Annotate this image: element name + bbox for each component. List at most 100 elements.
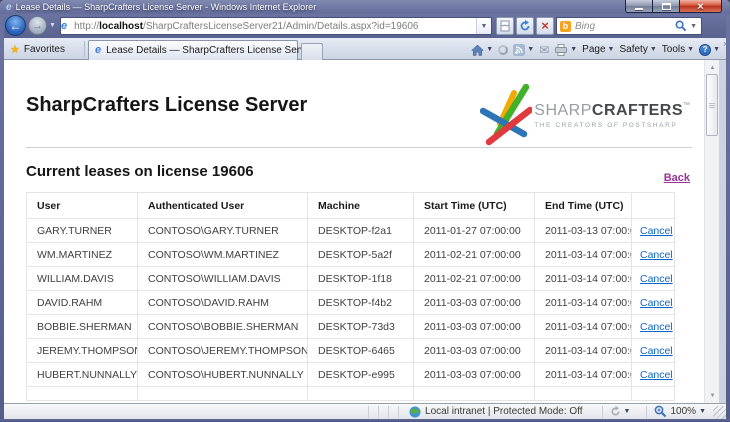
- end-time-cell: 2011-03-14 07:00:00: [535, 339, 632, 363]
- forward-button[interactable]: [28, 16, 47, 35]
- maximize-icon: [662, 3, 671, 10]
- home-button[interactable]: ▼: [471, 44, 493, 56]
- compatibility-view-button[interactable]: [496, 17, 514, 35]
- table-row: GARY.TURNER CONTOSO\GARY.TURNER DESKTOP-…: [27, 219, 675, 243]
- print-dropdown[interactable]: ▼: [570, 46, 577, 53]
- status-separator: [379, 406, 389, 418]
- security-zone: Local intranet | Protected Mode: Off: [399, 406, 593, 418]
- user-cell: BOBBIE.SHERMAN: [27, 315, 138, 339]
- favorites-label: Favorites: [24, 44, 65, 55]
- table-header-row: User Authenticated User Machine Start Ti…: [27, 193, 675, 219]
- user-cell: GARY.TURNER: [27, 219, 138, 243]
- auth-user-cell: CONTOSO\GARY.TURNER: [138, 219, 308, 243]
- column-header-end-time: End Time (UTC): [535, 193, 632, 219]
- compatibility-status-button[interactable]: ▼: [603, 406, 638, 417]
- page-menu[interactable]: Page▼: [582, 44, 614, 55]
- status-separator: [359, 406, 369, 418]
- tools-menu[interactable]: Tools▼: [662, 44, 694, 55]
- feeds-button[interactable]: [498, 45, 508, 55]
- address-bar[interactable]: http://localhost/SharpCraftersLicenseSer…: [60, 17, 492, 35]
- logo-brand-sharp: SHARP: [534, 102, 592, 119]
- scroll-down-icon[interactable]: [705, 388, 720, 403]
- bing-logo-icon: [560, 21, 571, 32]
- compatibility-status-icon: [610, 406, 621, 417]
- auth-user-cell: CONTOSO\WM.MARTINEZ: [138, 243, 308, 267]
- favorites-button[interactable]: Favorites: [4, 41, 71, 58]
- page-viewport: SharpCrafters License Server SHARPCRAFTE…: [4, 60, 726, 403]
- search-options-dropdown[interactable]: ▼: [690, 23, 697, 30]
- print-button[interactable]: ▼: [554, 44, 577, 56]
- logo-trademark: ™: [683, 102, 690, 109]
- sharpcrafters-logo-mark-icon: [480, 84, 532, 146]
- machine-cell: DESKTOP-5a2f: [308, 243, 414, 267]
- new-tab-button[interactable]: [301, 43, 323, 60]
- machine-cell: DESKTOP-f2a1: [308, 219, 414, 243]
- tab-lease-details[interactable]: Lease Details — SharpCrafters License Se…: [88, 40, 298, 60]
- back-link[interactable]: Back: [664, 172, 690, 184]
- minimize-button[interactable]: [625, 0, 653, 13]
- column-header-authenticated-user: Authenticated User: [138, 193, 308, 219]
- address-dropdown[interactable]: ▼: [476, 18, 491, 34]
- page-menu-label: Page: [582, 44, 605, 55]
- machine-cell: DESKTOP-6465: [308, 339, 414, 363]
- logo-brand-crafters: CRAFTERS: [592, 102, 683, 119]
- divider: [26, 147, 692, 148]
- url-text: http://localhost/SharpCraftersLicenseSer…: [74, 21, 476, 32]
- stop-button[interactable]: [536, 17, 554, 35]
- cancel-link[interactable]: Cancel: [640, 249, 673, 261]
- rss-dropdown[interactable]: ▼: [527, 46, 534, 53]
- status-separator: [637, 406, 647, 418]
- help-icon: [699, 44, 711, 56]
- scroll-up-icon[interactable]: [705, 60, 720, 75]
- rss-button[interactable]: ▼: [513, 44, 534, 56]
- safety-menu-label: Safety: [619, 44, 647, 55]
- back-button[interactable]: [5, 15, 26, 36]
- tab-bar: Favorites Lease Details — SharpCrafters …: [0, 38, 730, 60]
- refresh-button[interactable]: [516, 17, 534, 35]
- mail-icon: [539, 41, 549, 59]
- cancel-link[interactable]: Cancel: [640, 345, 673, 357]
- zoom-control[interactable]: 100% ▼: [647, 405, 713, 418]
- end-time-cell: 2011-03-14 07:00:00: [535, 315, 632, 339]
- printer-icon: [554, 44, 568, 56]
- close-button[interactable]: [680, 0, 722, 13]
- tools-menu-label: Tools: [662, 44, 685, 55]
- scrollbar-thumb[interactable]: [706, 74, 718, 136]
- start-time-cell: 2011-03-03 07:00:00: [414, 291, 535, 315]
- minimize-icon: [635, 8, 643, 10]
- machine-cell: DESKTOP-e995: [308, 363, 414, 387]
- home-dropdown[interactable]: ▼: [486, 46, 493, 53]
- safety-menu[interactable]: Safety▼: [619, 44, 656, 55]
- cancel-link[interactable]: Cancel: [640, 369, 673, 381]
- zoom-level: 100%: [670, 406, 696, 417]
- recent-pages-dropdown[interactable]: ▼: [49, 22, 56, 29]
- favorites-star-icon: [10, 43, 20, 56]
- zoom-dropdown[interactable]: ▼: [699, 408, 706, 415]
- table-row: JEREMY.THOMPSON CONTOSO\JEREMY.THOMPSON …: [27, 339, 675, 363]
- close-icon: [697, 0, 703, 15]
- cancel-link[interactable]: Cancel: [640, 297, 673, 309]
- title-bar: Lease Details — SharpCrafters License Se…: [0, 0, 730, 14]
- resize-grip[interactable]: [713, 406, 726, 419]
- compatibility-status-dropdown[interactable]: ▼: [624, 408, 631, 415]
- section-heading: Current leases on license 19606: [26, 163, 692, 180]
- search-box[interactable]: Bing ▼: [556, 17, 702, 35]
- cancel-link[interactable]: Cancel: [640, 273, 673, 285]
- cancel-link[interactable]: Cancel: [640, 321, 673, 333]
- start-time-cell: 2011-03-03 07:00:00: [414, 339, 535, 363]
- start-time-cell: 2011-03-03 07:00:00: [414, 363, 535, 387]
- maximize-button[interactable]: [653, 0, 680, 13]
- read-mail-button[interactable]: [539, 41, 549, 59]
- sharpcrafters-logo: SHARPCRAFTERS™ THE CREATORS OF POSTSHARP: [480, 84, 690, 146]
- tab-title: Lease Details — SharpCrafters License Se…: [106, 45, 314, 56]
- user-cell: JEREMY.THOMPSON: [27, 339, 138, 363]
- search-input[interactable]: Bing: [575, 21, 675, 32]
- help-menu[interactable]: ▼: [699, 44, 720, 56]
- start-time-cell: 2011-02-21 07:00:00: [414, 243, 535, 267]
- user-cell: WILLIAM.DAVIS: [27, 267, 138, 291]
- cancel-link[interactable]: Cancel: [640, 225, 673, 237]
- vertical-scrollbar[interactable]: [704, 60, 719, 403]
- page-menu-dropdown: ▼: [608, 46, 615, 53]
- start-time-cell: 2011-02-21 07:00:00: [414, 267, 535, 291]
- search-icon[interactable]: [675, 20, 687, 32]
